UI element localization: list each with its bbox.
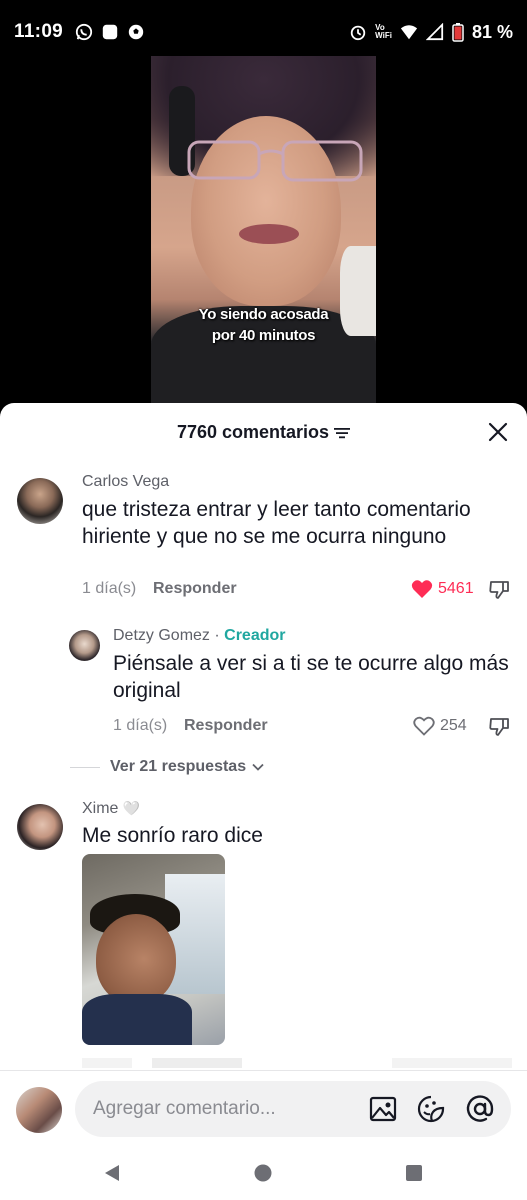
soccer-ball-icon — [128, 24, 144, 40]
comment-time: 1 día(s) — [113, 717, 168, 734]
avatar[interactable] — [17, 804, 63, 850]
image-icon[interactable] — [368, 1094, 398, 1124]
video-player[interactable]: Yo siendo acosada por 40 minutos — [0, 56, 527, 404]
white-heart-icon: 🤍 — [122, 800, 141, 816]
like-count: 254 — [440, 717, 467, 734]
partial-comment-meta — [82, 1058, 512, 1068]
view-replies-label: Ver 21 respuestas — [110, 758, 247, 775]
comments-count-title: 7760 comentarios — [176, 421, 330, 442]
comment-author[interactable]: Xime 🤍 — [82, 800, 140, 818]
comment-text: Piénsale a ver si a ti se te ocurre algo… — [113, 652, 509, 702]
video-frame: Yo siendo acosada por 40 minutos — [151, 56, 376, 404]
battery-icon — [452, 23, 464, 42]
comments-panel: 7760 comentarios Carlos Vega que tristez… — [0, 403, 527, 1200]
comment-time: 1 día(s) — [82, 580, 137, 597]
like-count: 5461 — [438, 580, 474, 597]
mention-icon[interactable] — [465, 1094, 495, 1124]
comment-input-container[interactable] — [75, 1081, 511, 1137]
whatsapp-icon — [75, 23, 93, 41]
status-time: 11:09 — [14, 21, 64, 42]
comment-text: que tristeza entrar y leer tanto comenta… — [82, 498, 471, 548]
app-notification-icon — [102, 24, 118, 40]
reply-button[interactable]: Responder — [153, 580, 237, 598]
dislike-icon[interactable] — [488, 716, 510, 738]
signal-icon — [425, 23, 444, 41]
like-button[interactable]: 5461 — [411, 579, 474, 599]
alarm-icon — [350, 25, 366, 41]
dislike-icon[interactable] — [488, 579, 510, 601]
battery-percent: 81 % — [471, 21, 513, 42]
back-icon[interactable] — [101, 1162, 123, 1184]
reply-button[interactable]: Responder — [184, 717, 268, 735]
chevron-down-icon — [252, 763, 264, 771]
comment-author[interactable]: Detzy Gomez · Creador — [113, 627, 286, 645]
sort-filter-icon[interactable] — [334, 427, 351, 439]
view-replies-button[interactable]: Ver 21 respuestas — [70, 758, 264, 776]
status-bar: 11:09 Vo WiFi 81 % — [0, 0, 527, 64]
vowifi-icon: Vo WiFi — [375, 23, 392, 40]
user-avatar[interactable] — [16, 1087, 62, 1133]
avatar[interactable] — [17, 478, 63, 524]
comment-image[interactable] — [82, 854, 225, 1045]
creator-badge: Creador — [224, 627, 286, 644]
system-nav-bar — [0, 1148, 527, 1200]
glasses-shape — [187, 140, 363, 182]
heart-outline-icon — [413, 716, 435, 736]
home-icon[interactable] — [252, 1162, 274, 1184]
comment-input-bar — [0, 1070, 527, 1148]
comment-text: Me sonrío raro dice — [82, 824, 263, 847]
comment-author[interactable]: Carlos Vega — [82, 473, 169, 491]
close-icon[interactable] — [487, 421, 509, 443]
like-button[interactable]: 254 — [413, 716, 467, 736]
avatar[interactable] — [69, 630, 100, 661]
emoji-sticker-icon[interactable] — [416, 1094, 446, 1124]
heart-filled-icon — [411, 580, 433, 598]
video-caption: Yo siendo acosada por 40 minutos — [198, 306, 329, 344]
wifi-icon — [400, 25, 418, 40]
recents-icon[interactable] — [403, 1162, 425, 1184]
panel-header: 7760 comentarios — [0, 403, 527, 461]
comment-input[interactable] — [93, 1081, 353, 1137]
